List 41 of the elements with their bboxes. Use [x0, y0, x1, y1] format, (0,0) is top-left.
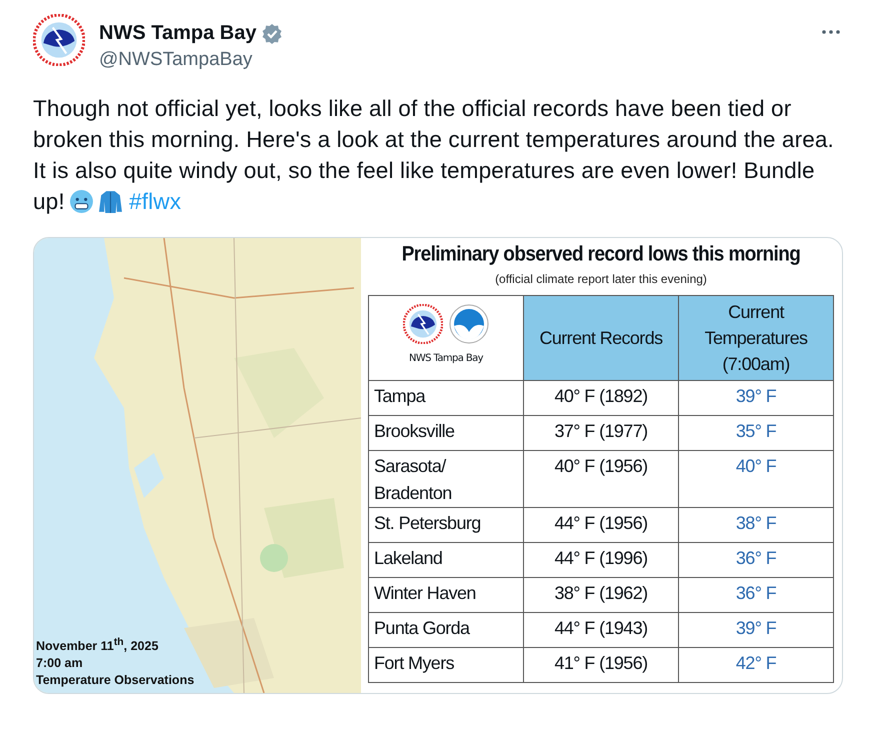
temperature-cell: 36° F — [678, 578, 834, 612]
temperature-cell: 42° F — [678, 648, 834, 682]
temperature-cell: 38° F — [678, 508, 834, 542]
record-cell: 37° F (1977) — [524, 416, 678, 450]
logo-caption: NWS Tampa Bay — [409, 352, 483, 366]
record-cell: 44° F (1956) — [524, 508, 678, 542]
map-caption: November 11$^{th}$, 2025 — [36, 636, 160, 655]
column-header: Current Records — [524, 296, 678, 380]
cold-face-icon — [68, 189, 94, 214]
temperature-cell: 35° F — [678, 416, 834, 450]
city-cell: Fort Myers — [368, 648, 524, 682]
record-cell: 44° F (1943) — [524, 612, 678, 648]
coat-icon — [98, 189, 123, 214]
city-cell: St. Petersburg — [368, 508, 524, 542]
temperature-cell: 39° F — [678, 380, 834, 416]
map-caption: 7:00 am — [36, 655, 84, 672]
temperature-cell: 39° F — [678, 612, 834, 648]
city-cell: Winter Haven — [368, 578, 524, 612]
city-cell: Punta Gorda — [368, 612, 524, 648]
author-handle[interactable]: @NWSTampaBay — [99, 49, 805, 71]
avatar — [33, 14, 85, 66]
temperature-cell: 40° F — [678, 450, 834, 508]
chart-title: Preliminary observed record lows this morning — [402, 242, 800, 268]
record-cell: 38° F (1962) — [524, 578, 678, 612]
city-cell: Sarasota/ Bradenton — [368, 450, 524, 508]
nws-logo-icon — [403, 304, 443, 344]
record-cell: 40° F (1956) — [524, 450, 678, 508]
noaa-logo-icon — [449, 304, 489, 344]
author-name[interactable]: NWS Tampa Bay — [99, 22, 256, 45]
record-cell: 44° F (1996) — [524, 542, 678, 578]
city-cell: Tampa — [368, 380, 524, 416]
post-text: Though not official yet, looks like all of the official records have been tied or broken this morning. Here's a look at the current temperatures around the area. It is also quite windy out, so the feel like temperatures are even lower! Bundle up! #flwx — [33, 95, 835, 216]
record-cell: 40° F (1892) — [524, 380, 678, 416]
media-card[interactable] — [33, 237, 843, 694]
temperature-cell: 36° F — [678, 542, 834, 578]
record-cell: 41° F (1956) — [524, 648, 678, 682]
chart-subtitle: (official climate report later this evening) — [495, 272, 707, 286]
city-cell: Lakeland — [368, 542, 524, 578]
column-header: Current Temperatures (7:00am) — [678, 296, 834, 380]
city-cell: Brooksville — [368, 416, 524, 450]
map-caption: Temperature Observations — [36, 672, 194, 689]
